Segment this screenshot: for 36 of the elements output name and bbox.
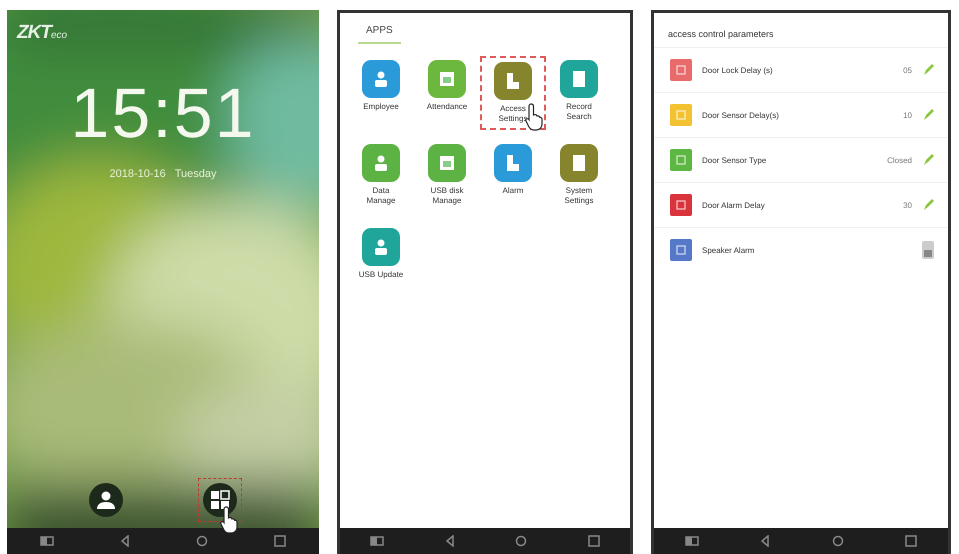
parameter-value: Closed bbox=[887, 156, 912, 164]
app-tile[interactable]: Employee bbox=[348, 56, 414, 130]
overview-icon[interactable] bbox=[588, 535, 600, 547]
date-text: 2018-10-16 Tuesday bbox=[109, 168, 217, 180]
overview-icon[interactable] bbox=[274, 535, 286, 547]
parameter-label: Door Alarm Delay bbox=[702, 200, 766, 210]
app-tile[interactable]: System Settings bbox=[546, 140, 612, 214]
recent-apps-icon[interactable] bbox=[40, 536, 54, 546]
toggle-switch[interactable] bbox=[922, 241, 934, 259]
parameter-label: Speaker Alarm bbox=[702, 246, 756, 254]
app-tile[interactable]: Record Search bbox=[546, 56, 612, 130]
parameter-label: Door Sensor Delay(s) bbox=[702, 110, 780, 120]
overview-icon[interactable] bbox=[905, 535, 918, 547]
back-icon[interactable] bbox=[760, 535, 770, 547]
home-icon[interactable] bbox=[196, 535, 208, 547]
home-icon[interactable] bbox=[515, 535, 528, 547]
section-title: access control parameters bbox=[668, 29, 775, 39]
clock-time: 15:51 bbox=[70, 78, 256, 148]
app-tile[interactable]: USB disk Manage bbox=[414, 140, 480, 214]
app-tile[interactable]: Alarm bbox=[480, 140, 546, 214]
brand-logo: ZKTeco bbox=[17, 22, 68, 44]
back-icon[interactable] bbox=[120, 535, 130, 547]
home-icon[interactable] bbox=[832, 535, 844, 547]
app-tile[interactable]: Attendance bbox=[414, 56, 480, 130]
recent-apps-icon[interactable] bbox=[684, 536, 699, 546]
app-tile[interactable]: Access Settings bbox=[480, 56, 546, 130]
app-tile[interactable]: Data Manage bbox=[348, 140, 414, 214]
parameter-value: 30 bbox=[903, 200, 912, 210]
app-tile[interactable]: USB Update bbox=[348, 224, 414, 298]
parameter-value: 10 bbox=[903, 110, 912, 120]
parameter-label: Door Sensor Type bbox=[702, 156, 768, 164]
recent-apps-icon[interactable] bbox=[370, 536, 384, 546]
parameter-value: 05 bbox=[903, 66, 912, 74]
back-icon[interactable] bbox=[444, 535, 455, 547]
section-title: APPS bbox=[358, 25, 401, 44]
parameter-label: Door Lock Delay (s) bbox=[702, 66, 774, 74]
